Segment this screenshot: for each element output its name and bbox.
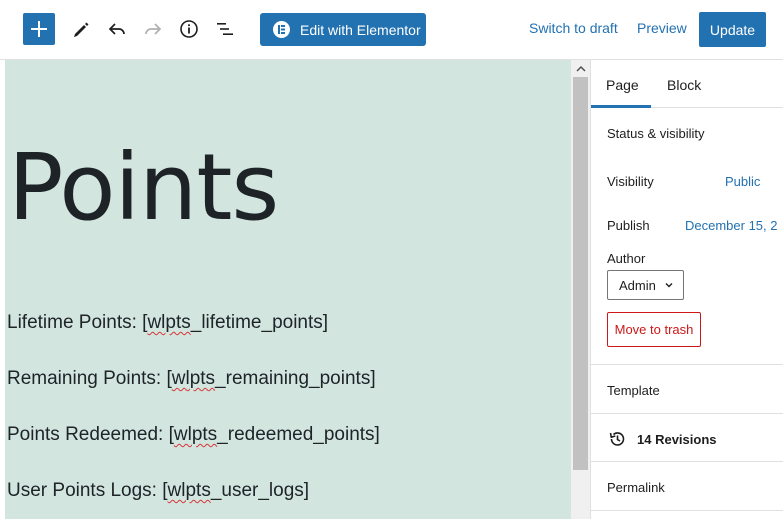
history-icon (609, 432, 625, 446)
author-select-value: Admin (619, 277, 656, 293)
switch-to-draft-button[interactable]: Switch to draft (529, 20, 618, 36)
visibility-toggle[interactable]: Public (725, 174, 760, 189)
spellcheck-word: wlpts (173, 424, 218, 445)
info-icon (180, 20, 198, 38)
chevron-down-icon (665, 283, 673, 288)
scroll-up-button[interactable] (571, 60, 590, 77)
settings-sidebar: Page Block Status & visibility Visibilit… (590, 60, 783, 519)
permalink-panel-heading[interactable]: Permalink (607, 480, 665, 495)
paragraph-block[interactable]: Points Redeemed: [wlpts_redeemed_points] (7, 424, 380, 446)
tab-page[interactable]: Page (606, 77, 639, 93)
list-view-icon (217, 23, 233, 35)
publish-label: Publish (607, 218, 650, 233)
paragraph-text: Remaining Points: [ (7, 368, 172, 389)
details-button[interactable] (173, 13, 205, 45)
paragraph-block[interactable]: Remaining Points: [wlpts_remaining_point… (7, 368, 376, 390)
plus-icon (31, 21, 47, 37)
visibility-label: Visibility (607, 174, 654, 189)
elementor-icon (273, 21, 290, 38)
editor-toolbar: Edit with Elementor Switch to draft Prev… (0, 0, 783, 60)
move-to-trash-button[interactable]: Move to trash (607, 312, 701, 347)
pencil-icon (74, 22, 89, 37)
redo-icon (145, 23, 162, 35)
paragraph-text: Lifetime Points: [ (7, 312, 148, 333)
elementor-button-label: Edit with Elementor (300, 21, 421, 38)
template-panel-heading[interactable]: Template (607, 383, 660, 398)
sidebar-tabs: Page Block (591, 60, 783, 108)
list-view-button[interactable] (209, 13, 241, 45)
page-title[interactable]: Points (8, 142, 279, 234)
spellcheck-word: wlpts (167, 480, 211, 501)
paragraph-block[interactable]: User Points Logs: [wlpts_user_logs] (7, 480, 309, 502)
status-visibility-heading[interactable]: Status & visibility (607, 126, 705, 141)
chevron-up-icon (575, 65, 586, 72)
undo-icon (108, 23, 125, 35)
paragraph-text: _lifetime_points] (190, 312, 329, 333)
editor-scrollbar[interactable] (571, 60, 590, 519)
spellcheck-word: wlpts (171, 368, 216, 389)
paragraph-text: _remaining_points] (215, 368, 376, 389)
revisions-link[interactable]: 14 Revisions (607, 429, 717, 449)
undo-button[interactable] (101, 13, 133, 45)
author-select[interactable]: Admin (607, 270, 684, 300)
add-block-button[interactable] (23, 13, 55, 45)
redo-button[interactable] (137, 13, 169, 45)
update-button[interactable]: Update (699, 12, 766, 47)
preview-button[interactable]: Preview (637, 20, 687, 36)
tools-button[interactable] (65, 13, 97, 45)
editor-canvas[interactable]: Points Lifetime Points: [wlpts_lifetime_… (5, 60, 571, 519)
panel-divider (591, 413, 783, 414)
paragraph-text: _redeemed_points] (217, 424, 380, 445)
paragraph-block[interactable]: Lifetime Points: [wlpts_lifetime_points] (7, 312, 328, 334)
paragraph-text: User Points Logs: [ (7, 480, 168, 501)
paragraph-text: Points Redeemed: [ (7, 424, 174, 445)
panel-divider (591, 510, 783, 511)
edit-with-elementor-button[interactable]: Edit with Elementor (260, 13, 426, 46)
spellcheck-word: wlpts (147, 312, 191, 333)
paragraph-text: _user_logs] (210, 480, 310, 501)
tab-block[interactable]: Block (667, 77, 701, 93)
panel-divider (591, 364, 783, 365)
author-label: Author (607, 251, 646, 266)
panel-divider (591, 461, 783, 462)
publish-date-toggle[interactable]: December 15, 2 (685, 218, 778, 233)
active-tab-indicator (591, 105, 651, 108)
scrollbar-thumb[interactable] (573, 77, 588, 470)
revisions-label: 14 Revisions (637, 431, 717, 447)
